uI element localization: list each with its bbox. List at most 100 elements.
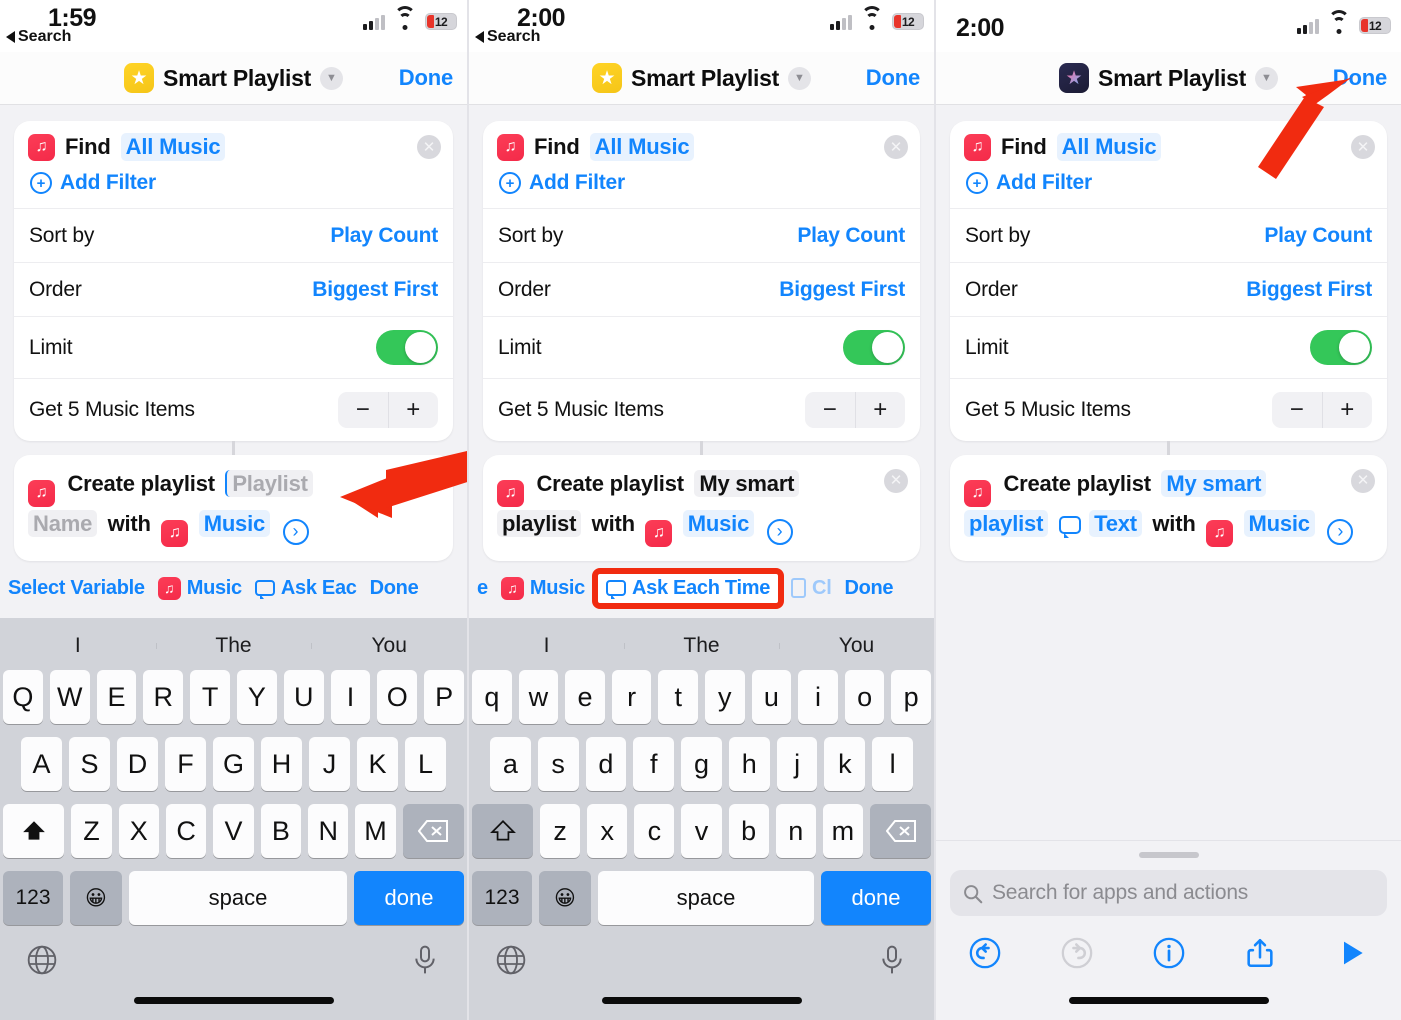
chevron-right-icon[interactable]: › <box>1327 518 1354 545</box>
stepper-plus-button[interactable]: + <box>856 392 906 428</box>
key[interactable]: d <box>585 737 627 791</box>
key[interactable]: W <box>49 670 90 724</box>
playlist-name-token-line2[interactable]: playlist <box>964 509 1049 537</box>
limit-toggle[interactable] <box>1310 330 1372 365</box>
shift-key-icon[interactable] <box>2 804 65 858</box>
key[interactable]: h <box>728 737 770 791</box>
share-icon[interactable] <box>1241 934 1279 972</box>
prediction-2[interactable]: The <box>155 634 312 658</box>
play-icon[interactable] <box>1333 934 1371 972</box>
find-target-token[interactable]: All Music <box>589 133 695 161</box>
order-value[interactable]: Biggest First <box>1246 278 1372 302</box>
key[interactable]: B <box>260 804 302 858</box>
sheet-grabber-handle[interactable] <box>1138 852 1199 858</box>
key[interactable]: y <box>705 670 745 724</box>
key[interactable]: s <box>537 737 579 791</box>
playlist-name-input[interactable]: Playlist <box>225 470 313 497</box>
prediction-1[interactable]: I <box>0 634 156 658</box>
keyboard-done-key[interactable]: done <box>821 871 931 925</box>
music-variable-item[interactable]: ♫ Music <box>157 576 242 600</box>
chevron-down-icon[interactable]: ▼ <box>787 66 811 90</box>
search-input[interactable]: Search for apps and actions <box>950 870 1387 916</box>
prediction-3[interactable]: You <box>311 634 467 658</box>
key[interactable]: H <box>261 737 302 791</box>
back-to-search-link[interactable]: Search <box>6 28 71 46</box>
key[interactable]: K <box>357 737 398 791</box>
key[interactable]: z <box>540 804 581 858</box>
info-icon[interactable] <box>1150 934 1188 972</box>
add-filter-row[interactable]: + Add Filter <box>28 161 439 208</box>
limit-toggle[interactable] <box>376 330 438 365</box>
chevron-right-icon[interactable]: › <box>282 518 309 545</box>
add-filter-row[interactable]: + Add Filter <box>497 161 906 208</box>
key[interactable]: L <box>405 737 446 791</box>
key[interactable]: o <box>844 670 885 724</box>
quantity-stepper[interactable]: − + <box>1272 392 1372 428</box>
playlist-name-input-line2[interactable]: playlist <box>497 509 582 537</box>
key[interactable]: f <box>633 737 675 791</box>
key[interactable]: m <box>822 804 863 858</box>
key[interactable]: S <box>69 737 110 791</box>
key[interactable]: a <box>489 737 531 791</box>
close-icon[interactable]: ✕ <box>884 469 908 493</box>
key[interactable]: e <box>565 670 605 724</box>
emoji-key-icon[interactable]: 😀 <box>539 871 591 925</box>
nav-title-group[interactable]: ★ Smart Playlist ▼ <box>1059 63 1278 93</box>
globe-icon[interactable] <box>495 944 527 976</box>
varbar-done-item[interactable]: Done <box>370 577 419 600</box>
key[interactable]: X <box>118 804 159 858</box>
key[interactable]: c <box>634 804 675 858</box>
key[interactable]: t <box>658 670 698 724</box>
close-icon[interactable]: ✕ <box>417 135 441 159</box>
stepper-plus-button[interactable]: + <box>1323 392 1373 428</box>
key[interactable]: C <box>165 804 207 858</box>
playlist-name-input[interactable]: My smart <box>694 470 800 497</box>
dictation-microphone-icon[interactable] <box>876 944 908 976</box>
prediction-1[interactable]: I <box>469 634 624 658</box>
key[interactable]: E <box>96 670 137 724</box>
close-icon[interactable]: ✕ <box>417 469 441 493</box>
key[interactable]: l <box>872 737 914 791</box>
key[interactable]: R <box>143 670 184 724</box>
close-icon[interactable]: ✕ <box>1351 135 1375 159</box>
quantity-stepper[interactable]: − + <box>338 392 438 428</box>
clipboard-variable-item[interactable]: Cl <box>791 577 832 600</box>
playlist-name-token[interactable]: My smart <box>1161 470 1267 497</box>
order-value[interactable]: Biggest First <box>779 278 905 302</box>
key[interactable]: N <box>308 804 349 858</box>
key[interactable]: Z <box>71 804 112 858</box>
playlist-source-token[interactable]: Music <box>198 509 271 537</box>
key[interactable]: x <box>587 804 628 858</box>
sort-by-row[interactable]: Sort by Play Count <box>950 208 1387 262</box>
key[interactable]: u <box>751 670 792 724</box>
prediction-2[interactable]: The <box>624 634 779 658</box>
key[interactable]: I <box>330 670 371 724</box>
close-icon[interactable]: ✕ <box>884 135 908 159</box>
numbers-key[interactable]: 123 <box>3 871 63 925</box>
space-key[interactable]: space <box>129 871 347 925</box>
ask-each-time-item[interactable]: Ask Each Time <box>592 567 785 609</box>
done-button[interactable]: Done <box>399 65 453 91</box>
chevron-down-icon[interactable]: ▼ <box>1254 66 1278 90</box>
keyboard-done-key[interactable]: done <box>354 871 464 925</box>
music-variable-item[interactable]: ♫ Music <box>500 576 585 600</box>
sort-by-value[interactable]: Play Count <box>1264 224 1372 248</box>
sort-by-value[interactable]: Play Count <box>330 224 438 248</box>
stepper-plus-button[interactable]: + <box>389 392 439 428</box>
backspace-key-icon[interactable] <box>870 804 932 858</box>
varbar-partial-item[interactable]: e <box>477 577 488 600</box>
key[interactable]: p <box>891 670 931 724</box>
key[interactable]: V <box>213 804 254 858</box>
order-row[interactable]: Order Biggest First <box>950 262 1387 316</box>
key[interactable]: T <box>190 670 230 724</box>
quantity-stepper[interactable]: − + <box>805 392 905 428</box>
key[interactable]: G <box>213 737 254 791</box>
key[interactable]: U <box>283 670 324 724</box>
order-value[interactable]: Biggest First <box>312 278 438 302</box>
stepper-minus-button[interactable]: − <box>1272 392 1323 428</box>
key[interactable]: O <box>377 670 418 724</box>
ask-each-time-variable-token[interactable]: Text <box>1089 509 1142 537</box>
key[interactable]: F <box>165 737 206 791</box>
limit-toggle[interactable] <box>843 330 905 365</box>
key[interactable]: M <box>355 804 396 858</box>
